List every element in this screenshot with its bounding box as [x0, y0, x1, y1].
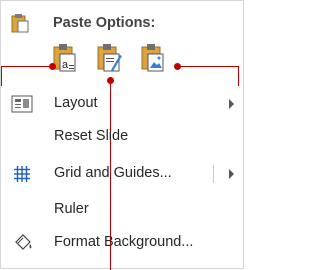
callout-line-left-drop [1, 66, 2, 86]
submenu-arrow-icon [229, 169, 234, 179]
format-background-label: Format Background... [54, 234, 194, 250]
use-destination-theme-icon [97, 44, 122, 72]
layout-label: Layout [54, 95, 98, 111]
paste-options-title: Paste Options: [53, 15, 156, 31]
callout-line-left [1, 66, 51, 67]
menu-item-ruler[interactable]: Ruler [1, 194, 245, 224]
paste-options-header: Paste Options: [1, 1, 245, 41]
menu-item-reset-slide[interactable]: Reset Slide [1, 121, 245, 151]
picture-icon [141, 44, 164, 72]
svg-text:a: a [62, 59, 69, 71]
menu-item-layout[interactable]: Layout [1, 89, 245, 119]
submenu-arrow-icon [229, 99, 234, 109]
menu-item-format-background[interactable]: Format Background... [1, 229, 245, 259]
picture-button[interactable] [139, 43, 167, 73]
callout-line-right-drop [238, 66, 239, 86]
ruler-label: Ruler [54, 201, 89, 217]
paint-bucket-icon [13, 233, 33, 258]
grid-and-guides-label: Grid and Guides... [54, 165, 172, 181]
callout-line-right [177, 66, 239, 67]
layout-icon [11, 95, 33, 118]
use-destination-theme-button[interactable] [95, 43, 123, 73]
grid-icon [13, 165, 31, 188]
menu-item-grid-and-guides[interactable]: Grid and Guides... [1, 159, 245, 189]
reset-slide-label: Reset Slide [54, 128, 129, 144]
clipboard-icon [11, 13, 29, 38]
submenu-separator [213, 165, 214, 183]
context-menu: Paste Options: a Layout Reset Slide Grid… [0, 0, 245, 270]
